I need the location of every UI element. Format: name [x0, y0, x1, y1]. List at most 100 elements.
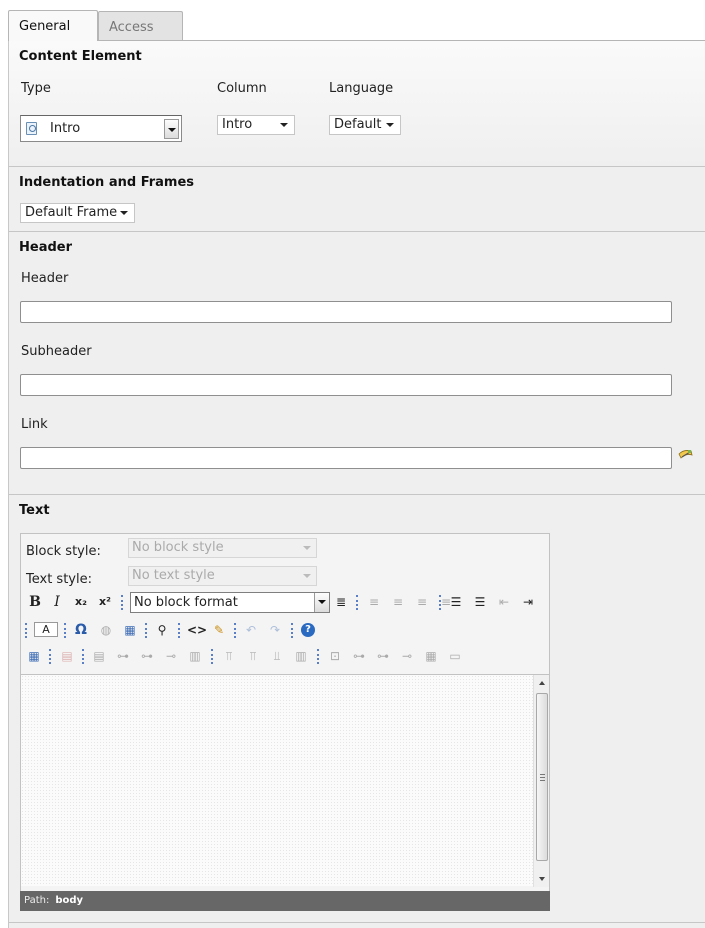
outdent-icon[interactable]: ⇤ — [496, 594, 512, 610]
toolbar-separator — [25, 623, 27, 638]
tab-access[interactable]: Access — [98, 11, 183, 41]
scrollbar-thumb[interactable] — [536, 693, 548, 861]
chevron-down-icon — [303, 574, 311, 578]
redo-icon[interactable]: ↷ — [267, 622, 283, 638]
section-content-element: Content Element Type Column Language Int… — [9, 41, 705, 167]
row-properties-icon[interactable]: ▤ — [59, 648, 75, 664]
text-style-value: No text style — [132, 568, 215, 583]
clean-format-icon[interactable]: ✎ — [211, 622, 227, 638]
frame-select-value: Default Frame — [25, 205, 118, 220]
toolbar-separator — [439, 595, 441, 610]
superscript-icon[interactable]: x² — [97, 594, 113, 610]
ordered-list-icon[interactable]: ☰ — [448, 594, 464, 610]
toolbar-row-2: A Ω ◍ ▦ ⚲ <> ✎ ↶ ↷ ? — [21, 620, 549, 640]
column-select[interactable]: Intro — [217, 115, 295, 135]
block-style-select: No block style — [128, 538, 317, 558]
row-insert-below-icon[interactable]: ⊶ — [115, 648, 131, 664]
form-panel: Content Element Type Column Language Int… — [8, 41, 705, 928]
toolbar-separator — [145, 623, 147, 638]
italic-icon[interactable]: I — [49, 594, 65, 610]
section-title-frames: Indentation and Frames — [19, 175, 195, 190]
toolbar-separator — [82, 649, 84, 664]
row-delete-icon[interactable]: ⊶ — [139, 648, 155, 664]
toolbar-separator — [317, 649, 319, 664]
html-source-icon[interactable]: <> — [187, 622, 207, 638]
cell-insert-before-icon[interactable]: ⊶ — [351, 648, 367, 664]
chevron-down-icon — [303, 546, 311, 550]
type-select-dropdown-button[interactable] — [164, 119, 179, 139]
link-wizard-icon[interactable] — [678, 448, 694, 462]
toolbar-row-3: ▦ ▤ ▤ ⊶ ⊶ ⊸ ▥ ⫪ ⫪ ⫫ ▥ ⊡ ⊶ ⊶ ⊸ ▦ ▭ — [21, 646, 549, 666]
column-insert-before-icon[interactable]: ⫪ — [221, 648, 237, 664]
content-type-icon — [26, 122, 37, 135]
column-insert-after-icon[interactable]: ⫪ — [245, 648, 261, 664]
column-delete-icon[interactable]: ⫫ — [269, 648, 285, 664]
language-select[interactable]: Default — [329, 115, 401, 135]
section-title-text: Text — [19, 503, 50, 518]
path-label: Path: — [24, 895, 50, 906]
indent-icon[interactable]: ⇥ — [520, 594, 536, 610]
find-replace-icon[interactable]: ⚲ — [154, 622, 170, 638]
column-label: Column — [217, 81, 267, 96]
scroll-down-icon[interactable] — [539, 877, 545, 881]
tab-general[interactable]: General — [8, 10, 98, 41]
cell-delete-icon[interactable]: ⊸ — [399, 648, 415, 664]
align-left-icon[interactable]: ≡ — [366, 594, 382, 610]
toolbar-separator — [211, 649, 213, 664]
language-label: Language — [329, 81, 394, 96]
link-input[interactable] — [20, 447, 672, 469]
undo-icon[interactable]: ↶ — [243, 622, 259, 638]
cell-properties-icon[interactable]: ⊡ — [327, 648, 343, 664]
paragraph-format-icon[interactable]: ≣ — [333, 594, 349, 610]
rte-path-bar: Path: body — [20, 891, 550, 911]
chevron-down-icon — [314, 593, 329, 612]
row-split-icon[interactable]: ⊸ — [163, 648, 179, 664]
section-indentation-frames: Indentation and Frames Default Frame — [9, 167, 705, 232]
language-select-value: Default — [334, 117, 382, 132]
chevron-down-icon — [280, 123, 288, 127]
row-insert-above-icon[interactable]: ▤ — [91, 648, 107, 664]
subheader-input[interactable] — [20, 374, 672, 396]
text-color-icon[interactable]: A — [34, 622, 58, 637]
toolbar-separator — [291, 623, 293, 638]
section-title-header: Header — [19, 240, 73, 255]
column-split-icon[interactable]: ▥ — [293, 648, 309, 664]
text-style-label: Text style: — [26, 572, 92, 587]
unordered-list-icon[interactable]: ☰ — [472, 594, 488, 610]
special-character-icon[interactable]: Ω — [73, 622, 89, 638]
vertical-scrollbar[interactable] — [533, 675, 549, 887]
help-icon[interactable]: ? — [301, 623, 315, 637]
align-right-icon[interactable]: ≡ — [414, 594, 430, 610]
cell-split-icon[interactable]: ▦ — [423, 648, 439, 664]
cell-insert-after-icon[interactable]: ⊶ — [375, 648, 391, 664]
toolbar-separator — [178, 623, 180, 638]
toolbar-separator — [64, 623, 66, 638]
grip-icon — [540, 774, 545, 781]
column-properties-icon[interactable]: ▥ — [187, 648, 203, 664]
insert-table-icon[interactable]: ▦ — [122, 622, 138, 638]
type-select[interactable]: Intro — [20, 115, 182, 142]
link-label: Link — [21, 417, 48, 432]
insert-image-icon[interactable]: ◍ — [98, 622, 114, 638]
subheader-label: Subheader — [21, 344, 92, 359]
bold-icon[interactable]: B — [27, 594, 43, 610]
toolbar-separator — [49, 649, 51, 664]
rich-text-editor: Block style: No block style Text style: … — [20, 533, 550, 911]
header-input[interactable] — [20, 301, 672, 323]
block-format-select[interactable]: No block format — [130, 592, 330, 613]
rte-editing-area[interactable] — [21, 674, 549, 887]
scroll-up-icon[interactable] — [539, 681, 545, 685]
block-format-value: No block format — [134, 595, 238, 610]
toolbar-separator — [121, 595, 123, 610]
chevron-down-icon — [120, 211, 128, 215]
block-style-label: Block style: — [26, 544, 101, 559]
cell-merge-icon[interactable]: ▭ — [447, 648, 463, 664]
align-center-icon[interactable]: ≡ — [390, 594, 406, 610]
path-value-body[interactable]: body — [55, 895, 83, 906]
block-style-value: No block style — [132, 540, 224, 555]
text-style-select: No text style — [128, 566, 317, 586]
section-title-content-element: Content Element — [19, 49, 142, 64]
frame-select[interactable]: Default Frame — [20, 203, 135, 223]
subscript-icon[interactable]: x₂ — [73, 594, 89, 610]
table-properties-icon[interactable]: ▦ — [26, 648, 42, 664]
